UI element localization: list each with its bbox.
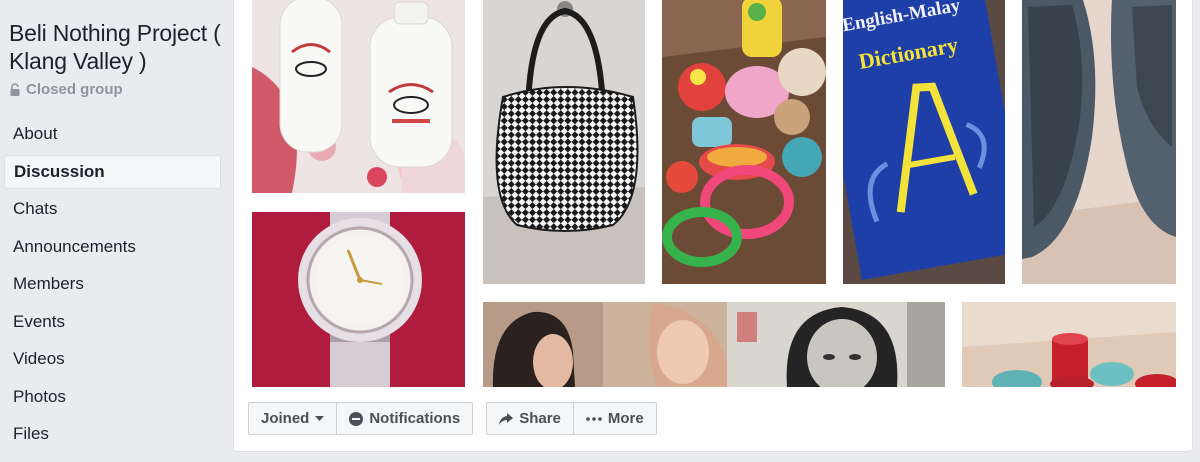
nav-item-chats[interactable]: Chats (4, 192, 221, 226)
cover-photo-shoes[interactable] (1022, 0, 1176, 284)
nav-item-about[interactable]: About (4, 117, 221, 151)
share-button-group: Share More (486, 402, 657, 435)
cover-photo-old-portrait[interactable] (727, 302, 945, 387)
nav-item-members[interactable]: Members (4, 267, 221, 301)
nav-item-discussion[interactable]: Discussion (4, 154, 221, 189)
nav-item-label: Events (13, 311, 65, 331)
share-arrow-icon (499, 412, 514, 425)
joined-label: Joined (261, 410, 310, 427)
nav-item-label: Chats (13, 199, 58, 218)
caret-down-icon (315, 415, 325, 422)
more-button[interactable]: More (573, 402, 657, 435)
lock-icon (9, 83, 21, 96)
nav-item-events[interactable]: Events (4, 305, 221, 339)
share-label: Share (519, 410, 561, 427)
nav-item-label: Announcements (13, 236, 136, 256)
cover-photo-candles[interactable] (962, 302, 1176, 387)
cover-photo-bottles[interactable] (252, 0, 465, 193)
nav-item-label: Members (13, 274, 84, 293)
cover-photo-toys[interactable] (662, 0, 826, 284)
notifications-button[interactable]: Notifications (337, 402, 474, 435)
share-button[interactable]: Share (486, 402, 574, 435)
nav-item-files[interactable]: Files (4, 417, 221, 451)
group-nav: About Discussion Chats Announcements Mem… (4, 117, 221, 455)
nav-item-announcements[interactable]: Announcements (4, 230, 221, 264)
ellipsis-icon (586, 416, 602, 421)
nav-item-label: Photos (13, 386, 66, 406)
group-sidebar: Beli Nothing Project ( Klang Valley ) Cl… (0, 0, 230, 462)
privacy-label: Closed group (26, 81, 123, 98)
group-privacy: Closed group (9, 81, 123, 98)
more-label: More (607, 410, 644, 427)
nav-item-label: Videos (13, 349, 65, 368)
membership-button-group: Joined Notifications (248, 402, 474, 435)
nav-item-videos[interactable]: Videos (4, 342, 221, 376)
cover-photo-watch[interactable] (252, 212, 465, 387)
group-cover-card: English-Malay Dictionary (233, 0, 1193, 452)
minus-circle-icon (349, 411, 364, 426)
nav-item-label: Files (13, 424, 49, 443)
cover-photo-dictionary[interactable]: English-Malay Dictionary (843, 0, 1005, 284)
cover-photo-portrait[interactable] (483, 302, 727, 387)
nav-item-label: Discussion (14, 161, 105, 181)
joined-button[interactable]: Joined (248, 402, 338, 435)
nav-item-label: About (13, 124, 58, 143)
cover-photo-handbag[interactable] (483, 0, 645, 284)
notifications-label: Notifications (369, 410, 461, 427)
group-action-bar: Joined Notifications Share More (248, 402, 657, 435)
group-title[interactable]: Beli Nothing Project ( Klang Valley ) (9, 19, 224, 75)
nav-item-photos[interactable]: Photos (4, 380, 221, 414)
